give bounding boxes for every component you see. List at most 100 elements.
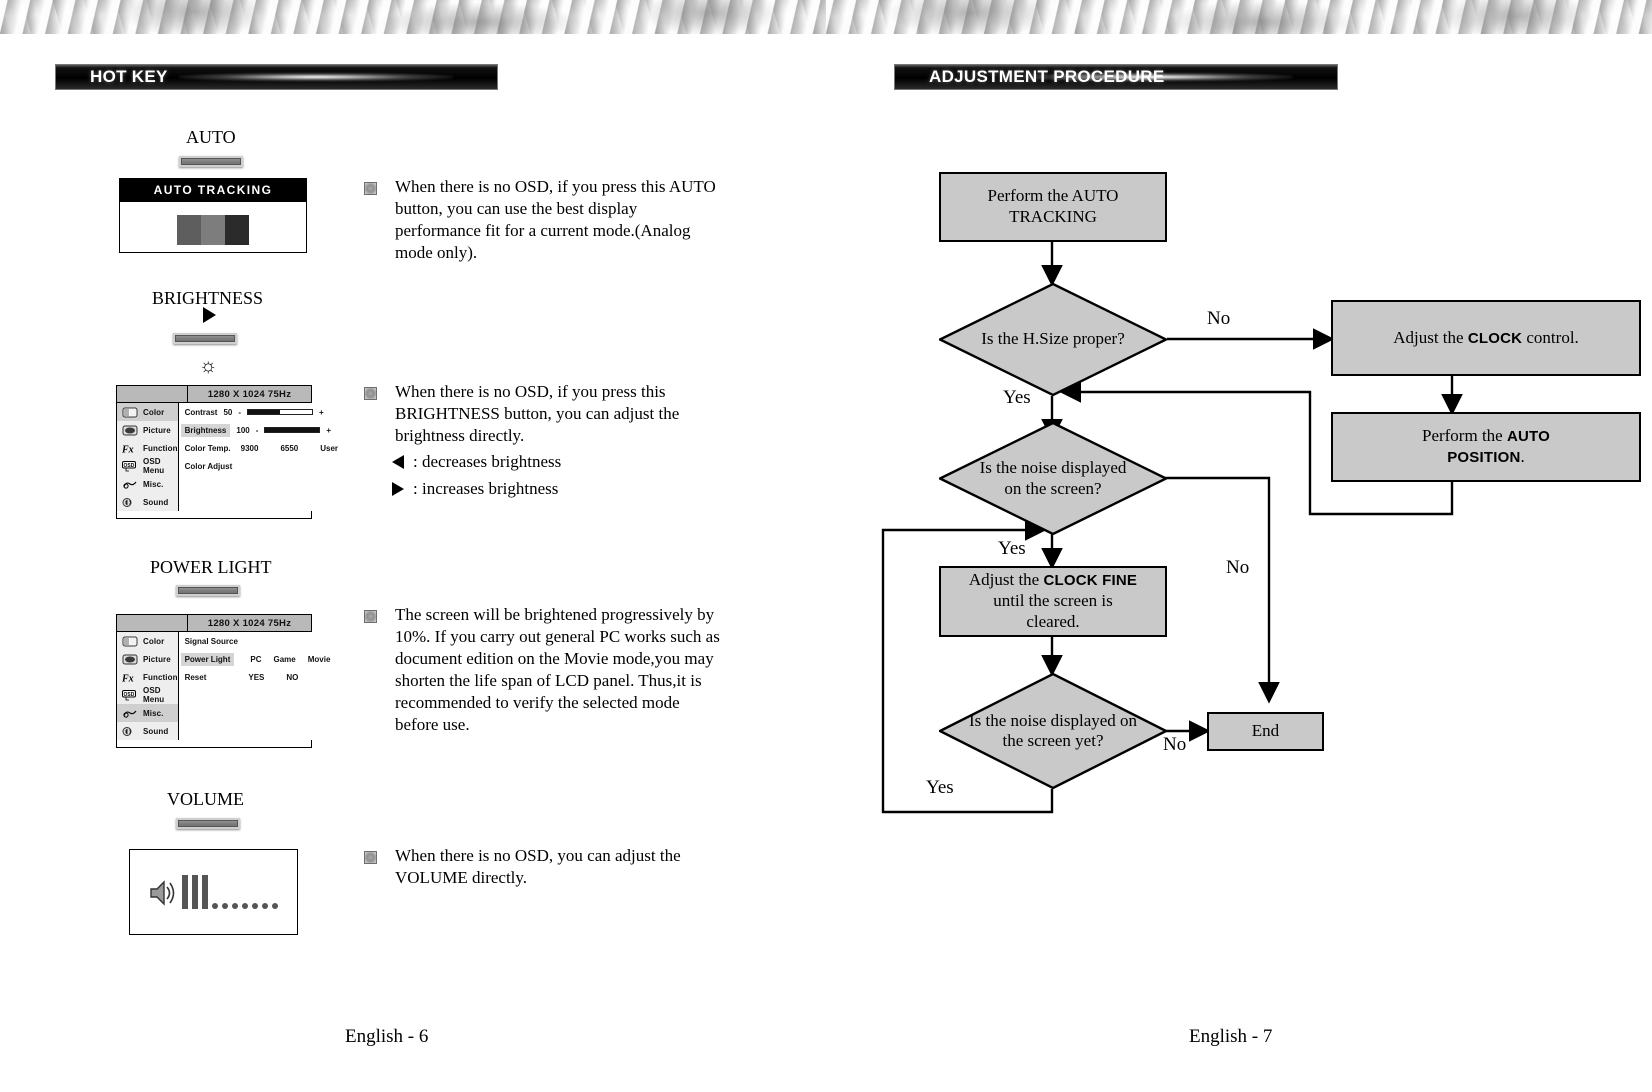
osd-sidebar-item-misc[interactable]: Misc. <box>117 704 178 722</box>
flow-node-auto-position: Perform the AUTO POSITION. <box>1331 412 1641 482</box>
svg-text:OSD: OSD <box>124 462 135 468</box>
page-footer-right: English - 7 <box>1189 1026 1273 1047</box>
osd-sidebar-item-osd-menu[interactable]: OSD OSD Menu <box>117 686 178 704</box>
brightness-button-graphic[interactable] <box>173 333 237 344</box>
volume-button-graphic[interactable] <box>176 818 240 829</box>
osd-sidebar-item-misc[interactable]: Misc. <box>117 475 178 493</box>
speaker-icon <box>150 880 175 906</box>
power-light-movie[interactable]: Movie <box>308 655 331 664</box>
osd-plus-sign: + <box>326 425 332 435</box>
page-header-adjustment-procedure: ADJUSTMENT PROCEDURE <box>894 64 1338 90</box>
osd-icon: OSD <box>122 689 136 700</box>
bullet-power-light-text: The screen will be brightened progressiv… <box>395 605 720 735</box>
flow-autopos-text-c: POSITION <box>1447 449 1521 466</box>
picture-icon <box>122 425 138 435</box>
misc-icon <box>123 481 137 489</box>
power-light-button-graphic[interactable] <box>176 585 240 596</box>
reset-no[interactable]: NO <box>286 673 298 682</box>
svg-text:OSD: OSD <box>124 691 135 697</box>
osd-row-signal-source[interactable]: Signal Source <box>179 632 331 650</box>
osd-minus-sign: - <box>238 407 242 417</box>
flow-hsize-label: Is the H.Size proper? <box>981 329 1125 349</box>
osd-sidebar-item-sound[interactable]: Sound <box>117 493 178 511</box>
brightness-slider[interactable] <box>264 427 321 433</box>
osd-resolution-label: 1280 X 1024 75Hz <box>207 617 292 629</box>
flow-autopos-text-b: AUTO <box>1506 428 1550 446</box>
bullet-volume-text: When there is no OSD, you can adjust the… <box>395 846 681 888</box>
power-light-pc[interactable]: PC <box>250 655 261 664</box>
volume-dot <box>242 903 248 909</box>
bullet-square-icon <box>364 387 377 400</box>
flowchart-connectors <box>881 242 1463 814</box>
decorative-top-strip-right <box>826 0 1652 34</box>
contrast-track <box>247 409 314 415</box>
osd-sidebar-item-function[interactable]: Fx Function <box>117 668 178 686</box>
osd-row-reset[interactable]: Reset YES NO <box>179 668 331 686</box>
osd-row-contrast[interactable]: Contrast 50 - + <box>179 403 338 421</box>
function-icon: Fx <box>122 444 134 454</box>
color-temp-user[interactable]: User <box>320 444 338 453</box>
osd-row-label: Power Light <box>180 652 235 666</box>
osd-row-label: Brightness <box>180 423 231 437</box>
osd-sidebar-label: Picture <box>143 425 171 435</box>
color-temp-6550[interactable]: 6550 <box>280 444 298 453</box>
osd-row-color-temp[interactable]: Color Temp. 9300 6550 User <box>179 439 338 457</box>
osd-row-label: Color Temp. <box>184 443 231 453</box>
osd-sidebar: Color Picture Fx Function OSD OSD Menu M… <box>117 632 179 740</box>
bullet-auto: When there is no OSD, if you press this … <box>364 176 719 264</box>
flow-autopos-text-d: . <box>1520 447 1525 466</box>
brightness-right-arrow-icon <box>203 307 216 323</box>
flow-noise2-line1: Is the noise displayed on <box>968 710 1138 730</box>
flow-clock-text-a: Adjust the <box>1393 327 1468 347</box>
osd-sidebar-label: Sound <box>143 497 169 507</box>
svg-text:Fx: Fx <box>122 673 134 683</box>
osd-titlebar: 1280 X 1024 75Hz <box>117 615 311 632</box>
osd-sidebar-item-osd-menu[interactable]: OSD OSD Menu <box>117 457 178 475</box>
flow-noise1-line2: on the screen? <box>1004 478 1102 498</box>
osd-title-spacer <box>117 615 188 631</box>
flow-noise1-line1: Is the noise displayed <box>979 458 1127 478</box>
tracking-bar-1 <box>177 215 201 245</box>
osd-sidebar-item-picture[interactable]: Picture <box>117 650 178 668</box>
osd-sidebar-item-color[interactable]: Color <box>117 632 178 650</box>
volume-bar <box>202 875 208 909</box>
reset-yes[interactable]: YES <box>248 673 264 682</box>
brightness-decrease-text: : decreases brightness <box>413 452 562 471</box>
contrast-slider[interactable] <box>247 409 314 415</box>
flow-start-line2: TRACKING <box>1009 207 1097 226</box>
osd-titlebar: 1280 X 1024 75Hz <box>117 386 311 403</box>
osd-row-label: Signal Source <box>184 636 238 646</box>
auto-button-graphic[interactable] <box>179 156 243 167</box>
osd-sidebar-label: Function <box>143 672 178 682</box>
flow-end-label: End <box>1251 721 1280 741</box>
color-icon <box>122 407 138 417</box>
picture-icon <box>122 654 138 664</box>
osd-content-misc: Signal Source Power Light PC Game Movie … <box>178 632 331 740</box>
osd-sidebar-item-color[interactable]: Color <box>117 403 178 421</box>
flow-node-noise1-decision: Is the noise displayed on the screen? <box>937 421 1169 536</box>
osd-title-spacer <box>117 386 188 402</box>
power-light-game[interactable]: Game <box>273 655 295 664</box>
osd-sidebar-label: Function <box>143 443 178 453</box>
bullet-square-icon <box>364 182 377 195</box>
osd-row-color-adjust[interactable]: Color Adjust <box>179 457 338 475</box>
flow-node-clock-fine: Adjust the CLOCK FINE until the screen i… <box>939 566 1167 637</box>
volume-osd-panel <box>129 849 298 935</box>
flow-edge-label-hsize-no: No <box>1207 308 1231 329</box>
bullet-power-light: The screen will be brightened progressiv… <box>364 604 724 737</box>
page-header-title: HOT KEY <box>90 67 168 86</box>
page-header-hot-key: HOT KEY <box>55 64 498 90</box>
hotkey-label-volume: VOLUME <box>167 789 244 809</box>
brightness-increase-text: : increases brightness <box>413 479 559 498</box>
osd-row-power-light[interactable]: Power Light PC Game Movie <box>179 650 331 668</box>
osd-sidebar-item-sound[interactable]: Sound <box>117 722 178 740</box>
osd-row-brightness[interactable]: Brightness 100 - + <box>179 421 338 439</box>
osd-row-label: Contrast <box>184 407 218 417</box>
flow-fine-text-d: cleared. <box>1026 611 1080 631</box>
color-temp-9300[interactable]: 9300 <box>241 444 259 453</box>
color-icon <box>122 636 138 646</box>
osd-sidebar-item-function[interactable]: Fx Function <box>117 439 178 457</box>
osd-sidebar-item-picture[interactable]: Picture <box>117 421 178 439</box>
flow-edge-label-noise2-no: No <box>1163 734 1187 755</box>
osd-content-color: Contrast 50 - + Brightness 100 - + Color… <box>178 403 339 511</box>
